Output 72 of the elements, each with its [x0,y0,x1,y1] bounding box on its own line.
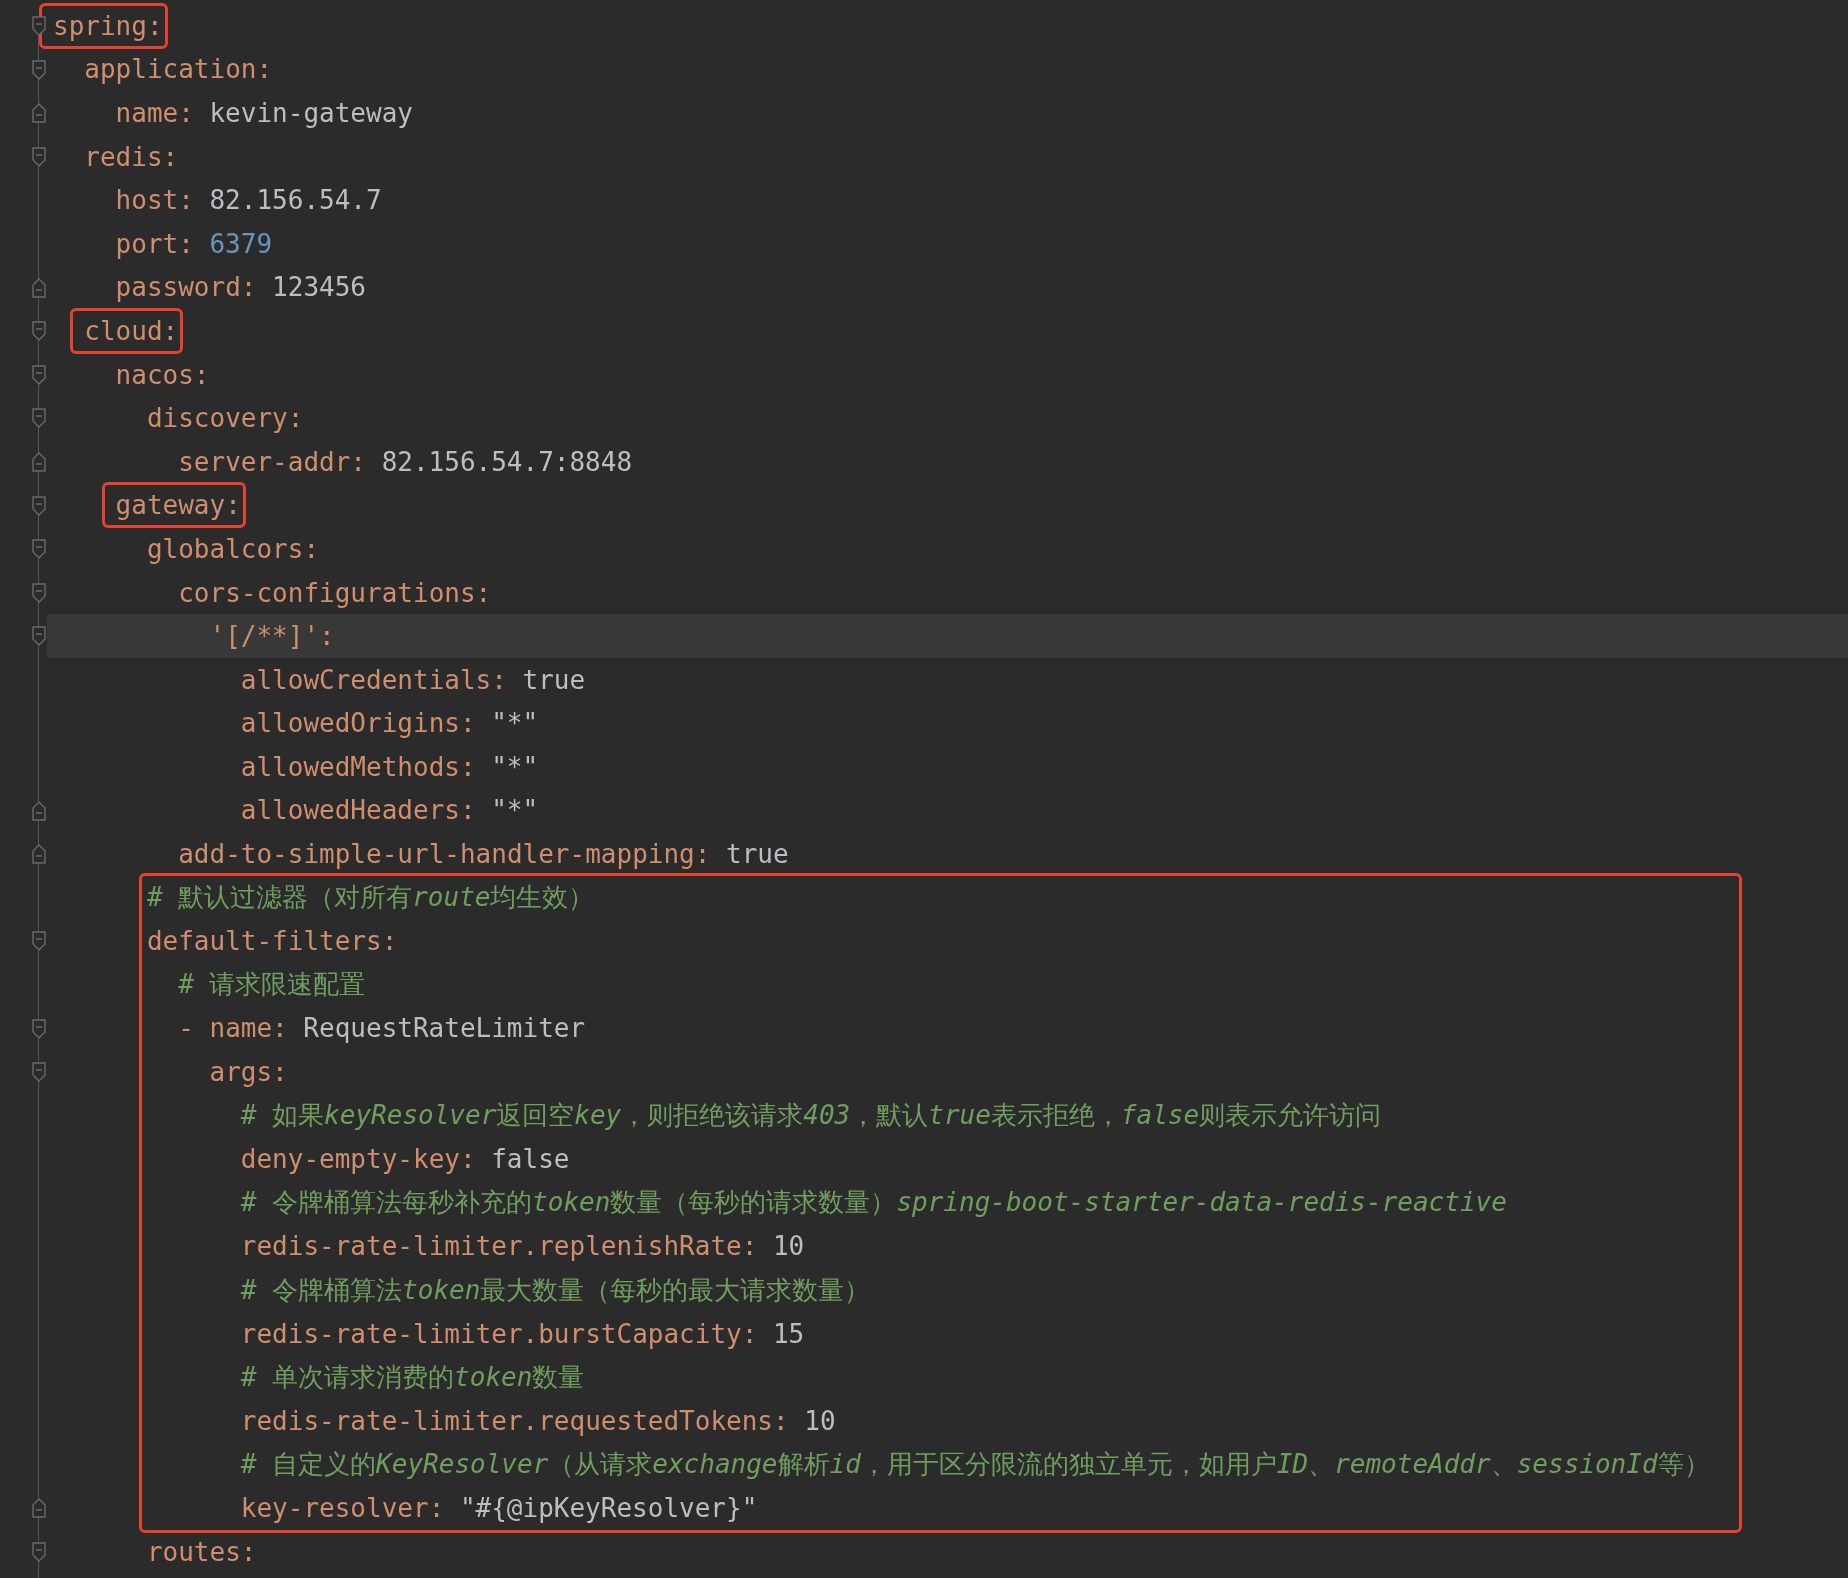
fold-marker-icon[interactable] [32,800,46,821]
yaml-value: 10 [772,1231,805,1262]
fold-marker-icon[interactable] [32,103,46,124]
fold-marker-icon[interactable] [32,1018,46,1039]
yaml-key: redis-rate-limiter.burstCapacity: [240,1318,758,1349]
yaml-value: 15 [772,1318,805,1349]
yaml-key: redis: [84,141,179,172]
yaml-value: "*" [491,795,539,826]
yaml-key: name: [115,98,194,128]
yaml-key: globalcors: [146,533,320,564]
code-comment: # 单次请求消费的token数量 [240,1360,585,1394]
yaml-key: nacos: [115,359,210,390]
fold-marker-icon[interactable] [32,1062,46,1083]
yaml-value: 82.156.54.7:8848 [381,446,633,477]
fold-marker-icon[interactable] [32,844,46,865]
yaml-key: host: [115,185,194,216]
code-comment: # 令牌桶算法token最大数量（每秒的最大请求数量） [240,1273,871,1307]
fold-marker-icon[interactable] [32,451,46,472]
yaml-key: cloud: [70,307,184,354]
fold-marker-icon[interactable] [32,321,46,342]
code-comment: # 令牌桶算法每秒补充的token数量（每秒的请求数量）spring-boot-starter-data-redis-reactive [240,1186,1507,1220]
fold-marker-icon[interactable] [32,495,46,516]
fold-marker-icon[interactable] [32,582,46,603]
yaml-value: RequestRateLimiter [303,1013,586,1044]
fold-marker-icon[interactable] [32,1541,46,1562]
yaml-value: 6379 [209,228,273,259]
yaml-value: "#{@ipKeyResolver}" [459,1493,758,1523]
code-comment: # 自定义的KeyResolver（从请求exchange解析id，用于区分限流的独立单元，如用户ID、remoteAddr、sessionId等） [240,1447,1710,1481]
yaml-key: application: [84,54,273,85]
yaml-key: server-addr: [178,446,367,477]
yaml-key: allowedMethods: [240,751,476,782]
code-comment: # 请求限速配置 [178,968,366,1002]
yaml-value: "*" [491,751,539,782]
yaml-value: kevin-gateway [209,98,413,128]
yaml-value: 123456 [272,272,366,303]
yaml-key: password: [115,272,257,303]
yaml-value: true [522,664,586,695]
fold-marker-icon[interactable] [32,408,46,429]
yaml-key: spring: [39,2,168,49]
yaml-key: port: [115,228,194,259]
yaml-key: add-to-simple-url-handler-mapping: [178,839,711,870]
fold-marker-icon[interactable] [32,539,46,560]
yaml-key: deny-empty-key: [240,1144,476,1175]
yaml-value: 10 [804,1405,836,1436]
code-comment: # 默认过滤器（对所有route均生效） [146,881,595,915]
yaml-key: routes: [146,1536,257,1567]
yaml-key: redis-rate-limiter.requestedTokens: [240,1405,789,1436]
yaml-key: cors-configurations: [178,577,492,608]
fold-marker-icon[interactable] [32,931,46,952]
fold-marker-icon[interactable] [32,16,46,36]
yaml-value: "*" [491,708,539,739]
fold-marker-icon[interactable] [32,146,46,167]
yaml-key: '[/**]': [209,621,335,652]
yaml-key: key-resolver: [240,1493,445,1523]
yaml-key: gateway: [101,482,246,529]
yaml-key: allowedOrigins: [240,708,476,739]
fold-marker-icon[interactable] [32,59,46,80]
yaml-value: false [491,1144,570,1175]
yaml-key: redis-rate-limiter.replenishRate: [240,1231,758,1262]
fold-marker-icon[interactable] [32,364,46,385]
fold-marker-icon[interactable] [32,277,46,298]
yaml-key: - name: [178,1013,288,1044]
yaml-key: allowedHeaders: [240,795,476,826]
yaml-key: discovery: [146,403,304,434]
yaml-key: default-filters: [146,926,398,957]
yaml-value: true [726,839,789,870]
yaml-key: args: [209,1057,288,1088]
fold-marker-icon[interactable] [32,1498,46,1519]
yaml-key: allowCredentials: [240,664,507,695]
yaml-value: 82.156.54.7 [209,185,382,216]
fold-marker-icon[interactable] [32,626,46,647]
code-comment: # 如果keyResolver返回空key，则拒绝该请求403，默认true表示拒绝，false则表示允许访问 [240,1099,1382,1133]
